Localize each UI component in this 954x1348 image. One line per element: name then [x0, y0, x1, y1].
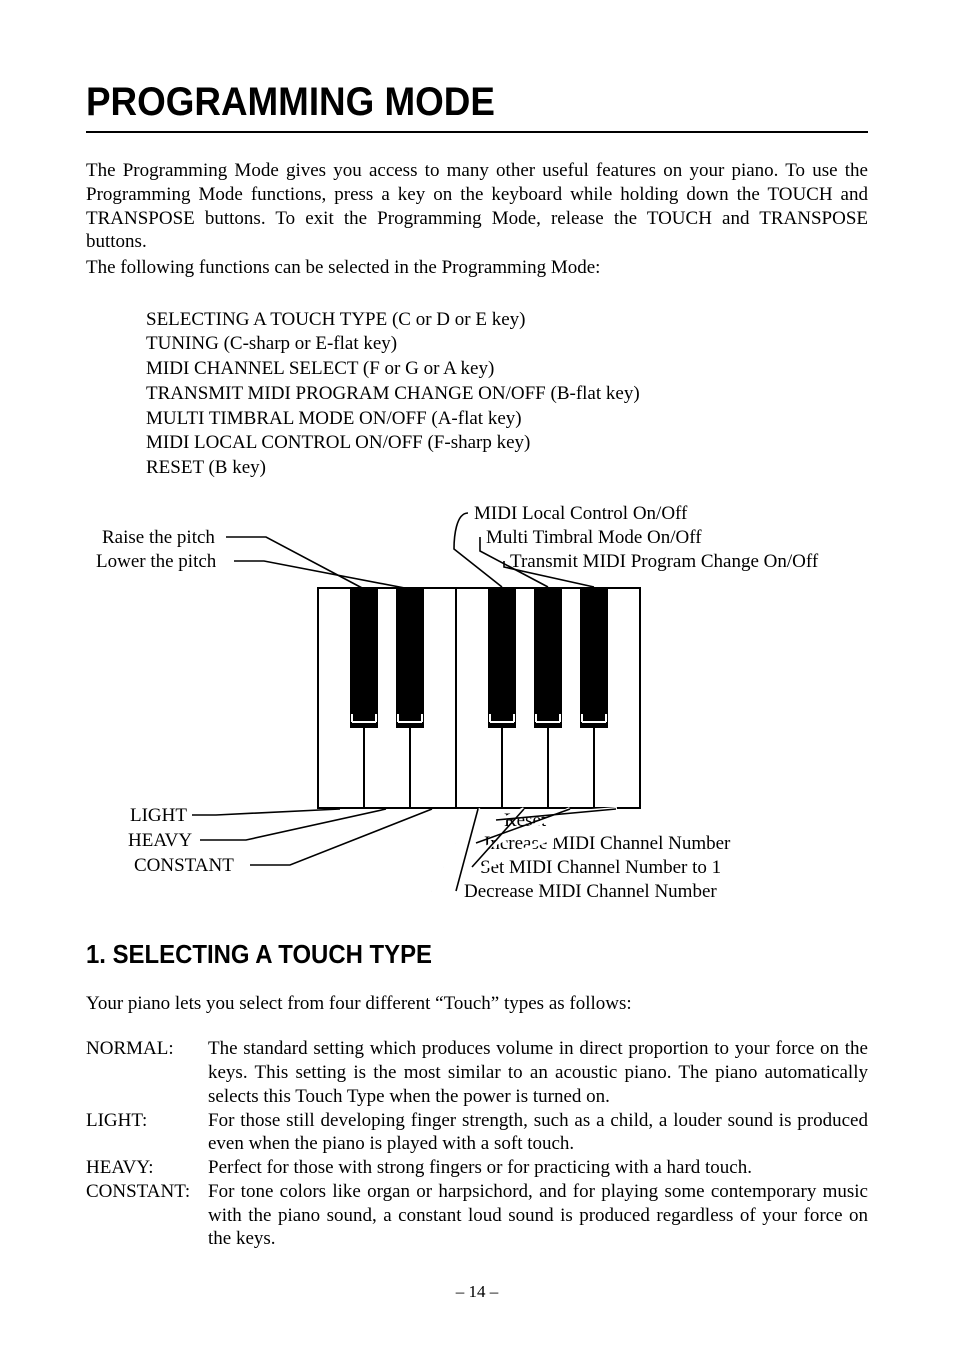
functions-list: SELECTING A TOUCH TYPE (C or D or E key)… — [146, 308, 868, 481]
section-1-heading: 1. SELECTING A TOUCH TYPE — [86, 939, 805, 970]
def-term: LIGHT: — [86, 1109, 208, 1133]
function-item: SELECTING A TOUCH TYPE (C or D or E key) — [146, 308, 868, 333]
def-desc: Perfect for those with strong fingers or… — [208, 1156, 868, 1180]
def-row: CONSTANT: For tone colors like organ or … — [86, 1180, 868, 1251]
def-row: NORMAL: The standard setting which produ… — [86, 1037, 868, 1108]
section-1-intro: Your piano lets you select from four dif… — [86, 992, 868, 1016]
def-desc: For those still developing finger streng… — [208, 1109, 868, 1157]
page-number: – 14 – — [0, 1282, 954, 1302]
keyboard-diagram: MIDI Local Control On/Off Multi Timbral … — [86, 499, 868, 919]
page-title: PROGRAMMING MODE — [86, 80, 805, 125]
function-item: RESET (B key) — [146, 456, 868, 481]
def-term: CONSTANT: — [86, 1180, 208, 1204]
function-item: MIDI CHANNEL SELECT (F or G or A key) — [146, 357, 868, 382]
function-item: TUNING (C-sharp or E-flat key) — [146, 332, 868, 357]
leader-lines — [86, 499, 868, 919]
def-term: HEAVY: — [86, 1156, 208, 1180]
function-item: MULTI TIMBRAL MODE ON/OFF (A-flat key) — [146, 407, 868, 432]
def-row: HEAVY: Perfect for those with strong fin… — [86, 1156, 868, 1180]
def-desc: For tone colors like organ or harpsichor… — [208, 1180, 868, 1251]
touch-definitions: NORMAL: The standard setting which produ… — [86, 1037, 868, 1251]
def-row: LIGHT: For those still developing finger… — [86, 1109, 868, 1157]
function-item: MIDI LOCAL CONTROL ON/OFF (F-sharp key) — [146, 431, 868, 456]
def-term: NORMAL: — [86, 1037, 208, 1061]
intro-followup: The following functions can be selected … — [86, 256, 868, 280]
title-rule — [86, 131, 868, 133]
def-desc: The standard setting which produces volu… — [208, 1037, 868, 1108]
function-item: TRANSMIT MIDI PROGRAM CHANGE ON/OFF (B-f… — [146, 382, 868, 407]
intro-paragraph: The Programming Mode gives you access to… — [86, 159, 868, 254]
